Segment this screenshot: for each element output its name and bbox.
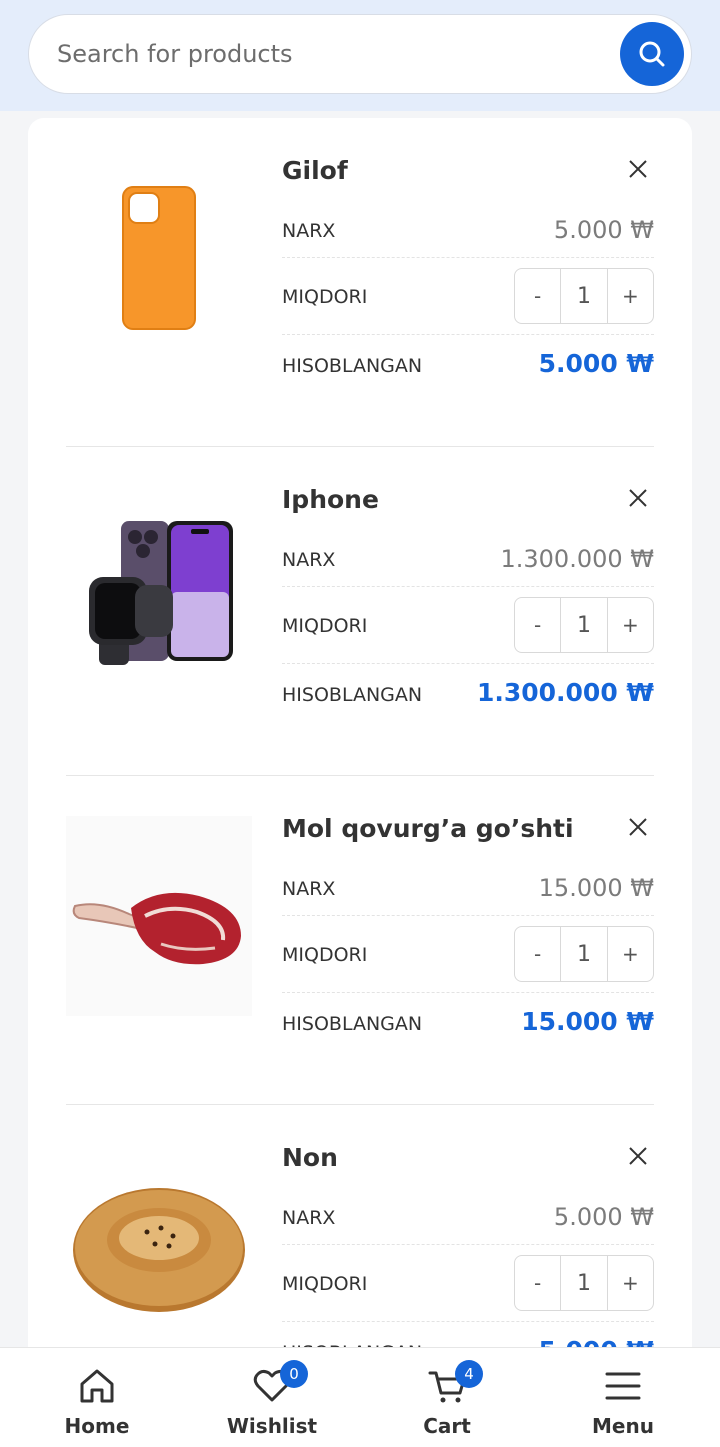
product-name: Iphone xyxy=(282,485,379,514)
price-label: NARX xyxy=(282,549,336,571)
nav-menu-label: Menu xyxy=(592,1414,654,1438)
total-row: HISOBLANGAN 15.000 ₩ xyxy=(282,993,654,1053)
price-value: 5.000 ₩ xyxy=(553,1203,654,1231)
cart-item: Mol qovurg’a go’shti NARX 15.000 ₩ MIQDO… xyxy=(66,776,654,1105)
search-icon xyxy=(639,41,665,67)
price-row: NARX 1.300.000 ₩ xyxy=(282,527,654,587)
quantity-value[interactable]: 1 xyxy=(560,269,608,323)
product-image xyxy=(66,816,252,1016)
quantity-label: MIQDORI xyxy=(282,944,368,966)
nav-cart-label: Cart xyxy=(423,1414,471,1438)
quantity-stepper: - 1 + xyxy=(514,1255,654,1311)
decrease-button[interactable]: - xyxy=(515,598,560,652)
remove-item-button[interactable] xyxy=(625,814,651,840)
remove-item-button[interactable] xyxy=(625,156,651,182)
quantity-label: MIQDORI xyxy=(282,1273,368,1295)
header xyxy=(0,0,720,111)
decrease-button[interactable]: - xyxy=(515,269,560,323)
quantity-value[interactable]: 1 xyxy=(560,927,608,981)
price-row: NARX 5.000 ₩ xyxy=(282,1185,654,1245)
product-image xyxy=(66,487,252,687)
nav-home-label: Home xyxy=(64,1414,130,1438)
cart-list: Gilof NARX 5.000 ₩ MIQDORI - 1 + HISOBLA… xyxy=(28,118,692,1438)
nav-home[interactable]: Home xyxy=(7,1348,187,1447)
close-icon xyxy=(629,160,647,178)
bread-image xyxy=(73,1188,245,1312)
bottom-navigation: Home 0 Wishlist 4 Cart Menu xyxy=(0,1347,720,1447)
total-value: 1.300.000 ₩ xyxy=(476,678,654,707)
close-icon xyxy=(629,818,647,836)
price-row: NARX 15.000 ₩ xyxy=(282,856,654,916)
product-name: Non xyxy=(282,1143,338,1172)
total-label: HISOBLANGAN xyxy=(282,355,423,377)
beef-rib-image xyxy=(72,892,241,965)
total-row: HISOBLANGAN 5.000 ₩ xyxy=(282,335,654,395)
close-icon xyxy=(629,1147,647,1165)
price-row: NARX 5.000 ₩ xyxy=(282,198,654,258)
phone-case-image xyxy=(122,186,196,330)
quantity-label: MIQDORI xyxy=(282,286,368,308)
product-image xyxy=(66,158,252,358)
search-button[interactable] xyxy=(620,22,684,86)
cart-item: Iphone NARX 1.300.000 ₩ MIQDORI - 1 + HI… xyxy=(66,447,654,776)
price-label: NARX xyxy=(282,878,336,900)
nav-cart[interactable]: 4 Cart xyxy=(357,1348,537,1447)
total-row: HISOBLANGAN 1.300.000 ₩ xyxy=(282,664,654,724)
quantity-value[interactable]: 1 xyxy=(560,1256,608,1310)
price-label: NARX xyxy=(282,220,336,242)
total-value: 5.000 ₩ xyxy=(538,349,654,378)
increase-button[interactable]: + xyxy=(608,269,653,323)
wishlist-count-badge: 0 xyxy=(280,1360,308,1388)
search-bar xyxy=(28,14,692,94)
price-value: 5.000 ₩ xyxy=(553,216,654,244)
quantity-stepper: - 1 + xyxy=(514,597,654,653)
price-label: NARX xyxy=(282,1207,336,1229)
nav-menu[interactable]: Menu xyxy=(533,1348,713,1447)
product-name: Mol qovurg’a go’shti xyxy=(282,814,574,843)
quantity-row: MIQDORI - 1 + xyxy=(282,258,654,335)
remove-item-button[interactable] xyxy=(625,1143,651,1169)
quantity-stepper: - 1 + xyxy=(514,268,654,324)
nav-wishlist[interactable]: 0 Wishlist xyxy=(182,1348,362,1447)
cart-count-badge: 4 xyxy=(455,1360,483,1388)
home-icon xyxy=(80,1369,114,1403)
decrease-button[interactable]: - xyxy=(515,927,560,981)
iphone-watch-image xyxy=(89,521,233,665)
quantity-stepper: - 1 + xyxy=(514,926,654,982)
decrease-button[interactable]: - xyxy=(515,1256,560,1310)
increase-button[interactable]: + xyxy=(608,1256,653,1310)
nav-wishlist-label: Wishlist xyxy=(226,1414,318,1438)
quantity-value[interactable]: 1 xyxy=(560,598,608,652)
total-label: HISOBLANGAN xyxy=(282,1013,423,1035)
product-image xyxy=(66,1145,252,1345)
remove-item-button[interactable] xyxy=(625,485,651,511)
total-label: HISOBLANGAN xyxy=(282,684,423,706)
quantity-row: MIQDORI - 1 + xyxy=(282,916,654,993)
menu-icon xyxy=(605,1372,641,1400)
increase-button[interactable]: + xyxy=(608,927,653,981)
total-value: 15.000 ₩ xyxy=(521,1007,654,1036)
quantity-row: MIQDORI - 1 + xyxy=(282,587,654,664)
quantity-row: MIQDORI - 1 + xyxy=(282,1245,654,1322)
cart-item: Gilof NARX 5.000 ₩ MIQDORI - 1 + HISOBLA… xyxy=(66,118,654,447)
quantity-label: MIQDORI xyxy=(282,615,368,637)
price-value: 1.300.000 ₩ xyxy=(500,545,654,573)
search-input[interactable] xyxy=(57,15,617,93)
price-value: 15.000 ₩ xyxy=(538,874,654,902)
product-name: Gilof xyxy=(282,156,348,185)
close-icon xyxy=(629,489,647,507)
increase-button[interactable]: + xyxy=(608,598,653,652)
